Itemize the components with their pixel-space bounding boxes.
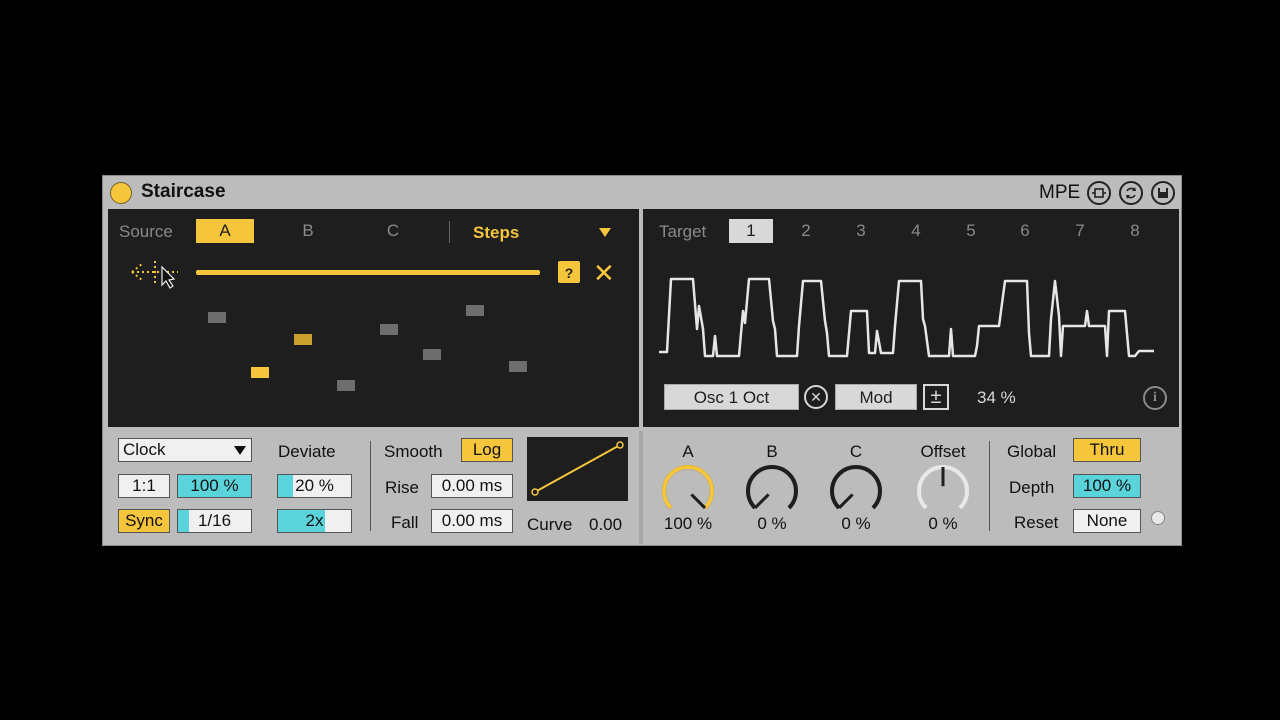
thru-button[interactable]: Thru — [1073, 438, 1141, 462]
reset-field[interactable]: None — [1073, 509, 1141, 533]
global-label: Global — [1007, 442, 1057, 461]
knob-b[interactable] — [742, 463, 802, 515]
target-tab-3[interactable]: 3 — [851, 219, 871, 243]
source-label: Source — [119, 222, 173, 241]
target-tab-1[interactable]: 1 — [729, 219, 773, 243]
knob-value: 0 % — [928, 514, 958, 533]
target-tab-7[interactable]: 7 — [1070, 219, 1090, 243]
knob-a[interactable] — [658, 463, 718, 515]
step-block[interactable] — [208, 312, 226, 324]
source-tab-a[interactable]: A — [196, 219, 254, 243]
target-panel: Target 1 2 3 4 5 6 7 8 Osc 1 Oct ✕ Mod ±… — [643, 209, 1179, 427]
plus-minus-icon[interactable]: ± — [923, 384, 949, 410]
step-block[interactable] — [466, 304, 484, 316]
source-tab-b[interactable]: B — [293, 219, 323, 243]
save-icon[interactable] — [1151, 181, 1175, 205]
knob-label: C — [849, 442, 863, 461]
sync-button[interactable]: Sync — [118, 509, 170, 533]
reset-label: Reset — [1014, 513, 1059, 532]
knob-offset[interactable] — [913, 463, 973, 515]
tab-divider — [449, 221, 450, 243]
log-button[interactable]: Log — [461, 438, 513, 462]
step-block[interactable] — [337, 380, 355, 392]
step-block[interactable] — [509, 360, 527, 372]
device-power-button[interactable] — [110, 182, 132, 204]
source-tab-c[interactable]: C — [378, 219, 408, 243]
staircase-device: Staircase MPE Source A B C Steps ? ✕ Tar… — [102, 175, 1182, 546]
mpe-icon[interactable] — [1087, 181, 1111, 205]
remove-target-icon[interactable]: ✕ — [804, 385, 828, 409]
knob-label: Offset — [920, 442, 966, 461]
title-bar: Staircase MPE — [103, 176, 1181, 209]
rise-field[interactable]: 0.00 ms — [431, 474, 513, 498]
info-icon[interactable]: i — [1143, 386, 1167, 410]
deviate-amount-fill — [278, 475, 293, 497]
reset-indicator[interactable] — [1151, 511, 1165, 525]
fall-label: Fall — [391, 513, 419, 532]
knob-label: B — [766, 442, 778, 461]
smooth-label: Smooth — [384, 442, 443, 461]
deviate-label: Deviate — [278, 442, 336, 461]
chevron-down-icon[interactable] — [599, 228, 611, 237]
fall-field[interactable]: 0.00 ms — [431, 509, 513, 533]
section-divider — [639, 431, 643, 544]
sync-rate-fill — [178, 510, 189, 532]
knob-value: 100 % — [663, 514, 713, 533]
step-length-bar[interactable] — [196, 270, 540, 275]
rise-label: Rise — [385, 478, 420, 497]
step-block[interactable] — [423, 349, 441, 361]
curve-value[interactable]: 0.00 — [589, 515, 622, 535]
clock-mode-select[interactable]: Clock — [118, 438, 252, 462]
depth-label: Depth — [1009, 478, 1055, 497]
curve-label: Curve — [527, 515, 573, 534]
device-title: Staircase — [141, 181, 226, 202]
refresh-icon[interactable] — [1119, 181, 1143, 205]
rate-percent-field[interactable]: 100 % — [177, 474, 252, 498]
depth-field[interactable]: 100 % — [1073, 474, 1141, 498]
deviate-amount-field[interactable]: 20 % — [277, 474, 352, 498]
curve-display[interactable] — [527, 437, 628, 501]
divider — [989, 441, 990, 531]
sync-rate-field[interactable]: 1/16 — [177, 509, 252, 533]
modulation-waveform — [659, 277, 1154, 358]
knob-label: A — [682, 442, 694, 461]
target-tab-4[interactable]: 4 — [906, 219, 926, 243]
chevron-down-icon — [234, 446, 246, 455]
mpe-label: MPE — [1039, 182, 1081, 203]
clock-mode-value: Clock — [123, 440, 166, 459]
knob-c[interactable] — [826, 463, 886, 515]
step-block[interactable] — [380, 323, 398, 335]
close-icon[interactable]: ✕ — [593, 260, 615, 286]
target-destination[interactable]: Osc 1 Oct — [664, 384, 799, 410]
target-amount[interactable]: 34 % — [977, 388, 1016, 408]
source-panel: Source A B C Steps ? ✕ — [108, 209, 639, 427]
drag-arrows-icon[interactable] — [130, 259, 180, 289]
step-block[interactable] — [251, 367, 269, 379]
target-tab-2[interactable]: 2 — [796, 219, 816, 243]
target-label: Target — [659, 222, 707, 241]
source-mode-label: Steps — [473, 223, 520, 242]
step-block[interactable] — [294, 334, 312, 346]
ratio-field[interactable]: 1:1 — [118, 474, 170, 498]
randomize-dice-icon[interactable]: ? — [558, 261, 580, 283]
target-tab-8[interactable]: 8 — [1125, 219, 1145, 243]
target-tab-5[interactable]: 5 — [961, 219, 981, 243]
target-tab-6[interactable]: 6 — [1015, 219, 1035, 243]
deviate-factor-field[interactable]: 2x — [277, 509, 352, 533]
mod-button[interactable]: Mod — [835, 384, 917, 410]
knob-value: 0 % — [757, 514, 787, 533]
knob-value: 0 % — [841, 514, 871, 533]
divider — [370, 441, 371, 531]
